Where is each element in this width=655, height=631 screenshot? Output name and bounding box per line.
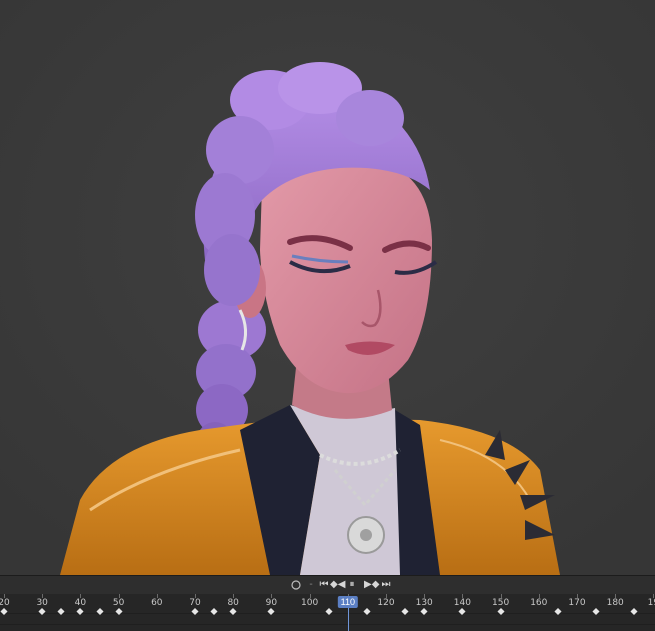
ruler-tick-label: 180 [606,598,624,608]
ruler-tick-label: 70 [189,598,201,608]
ruler-tick-label: 19 [647,598,655,608]
3d-viewport[interactable] [0,0,655,575]
ruler-tick-label: 90 [265,598,278,608]
ruler-tick-label: 160 [530,598,548,608]
frame-ruler[interactable]: 20 30 40 50 60 70 80 90 100 120 130 140 150 160 170 180… [0,594,655,631]
step-forward-button[interactable]: ▶◆ [364,579,379,591]
separator: - [309,579,313,590]
ruler-tick-label: 140 [453,598,471,608]
character-render [0,0,655,575]
ruler-tick-label: 130 [415,598,433,608]
ruler-tick-label: 80 [227,598,239,608]
record-button[interactable] [290,579,302,591]
ruler-tick-label: 100 [301,598,319,608]
playhead-line[interactable] [347,608,349,631]
go-to-end-button[interactable]: ⏭ [380,579,392,591]
track-separator [0,624,655,625]
ruler-tick-label: 20 [0,598,10,608]
ruler-tick-label: 40 [74,598,87,608]
circle-icon [291,580,301,590]
current-frame-indicator[interactable]: 110 [337,596,358,608]
pause-button[interactable]: ⏸ [346,579,358,591]
ruler-tick-label: 120 [377,598,395,608]
ruler-tick-label: 50 [112,598,125,608]
ruler-tick-label: 60 [151,598,163,608]
ruler-tick-label: 150 [492,598,510,608]
ruler-tick-label: 170 [568,598,586,608]
go-to-start-button[interactable]: ⏮ [318,579,330,591]
ruler-tick-label: 30 [36,598,48,608]
timeline-panel[interactable]: - ⏮ ◆◀ ⏸ ▶◆ ⏭ 20 30 40 50 60 70 80 90 100 120 130 1… [0,575,655,631]
transport-controls: - ⏮ ◆◀ ⏸ ▶◆ ⏭ [0,576,655,594]
step-back-button[interactable]: ◆◀ [330,579,345,591]
